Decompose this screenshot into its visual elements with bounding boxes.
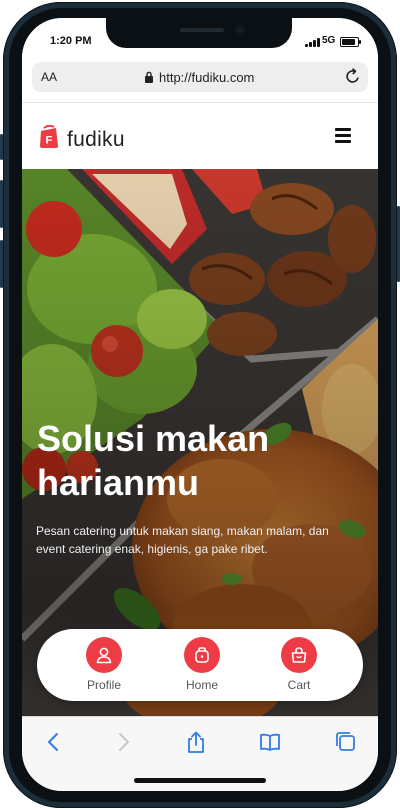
- nav-profile[interactable]: Profile: [74, 637, 134, 692]
- user-icon: [96, 647, 112, 664]
- hero-description: Pesan catering untuk makan siang, makan …: [36, 524, 329, 556]
- logo-letter: F: [46, 135, 53, 147]
- volume-up-button: [0, 180, 3, 228]
- back-icon[interactable]: [43, 731, 65, 753]
- fudiku-logo-icon[interactable]: F: [39, 125, 59, 149]
- mute-switch: [0, 134, 3, 160]
- logo-text[interactable]: fudiku: [67, 128, 125, 152]
- home-indicator[interactable]: [134, 778, 266, 783]
- site-header: F fudiku: [22, 103, 378, 169]
- reload-icon[interactable]: [345, 68, 361, 85]
- address-bar[interactable]: AA http://fudiku.com: [32, 62, 368, 92]
- notch: [106, 18, 292, 48]
- nav-label-profile: Profile: [86, 678, 121, 692]
- share-icon[interactable]: [185, 731, 207, 753]
- nav-home[interactable]: Home: [172, 637, 232, 692]
- browser-address-area: AA http://fudiku.com: [22, 60, 378, 103]
- nav-label-cart: Cart: [287, 678, 311, 692]
- signal-icon: [305, 38, 321, 47]
- home-button[interactable]: [184, 637, 220, 673]
- hamburger-menu-icon[interactable]: [335, 127, 351, 143]
- profile-button[interactable]: [86, 637, 122, 673]
- text-size-button[interactable]: AA: [41, 70, 57, 84]
- speaker-grille: [180, 28, 224, 32]
- front-camera: [235, 25, 245, 35]
- nav-cart[interactable]: Cart: [269, 637, 329, 692]
- status-time: 1:20 PM: [50, 35, 92, 47]
- tabs-icon[interactable]: [335, 731, 357, 753]
- nav-label-home: Home: [185, 678, 218, 692]
- volume-down-button: [0, 240, 3, 288]
- bottom-navigation: Profile Home Cart: [37, 629, 363, 701]
- hero-title: Solusi makan harianmu: [37, 418, 270, 503]
- bookmarks-icon[interactable]: [259, 731, 281, 753]
- home-icon: [195, 647, 209, 663]
- network-type: 5G: [322, 35, 336, 46]
- url-text[interactable]: http://fudiku.com: [159, 70, 254, 85]
- bag-icon: [291, 647, 307, 663]
- status-bar: 1:20 PM 5G: [22, 18, 378, 60]
- cart-button[interactable]: [281, 637, 317, 673]
- forward-icon[interactable]: [112, 731, 134, 753]
- browser-toolbar: [22, 716, 378, 791]
- screen: 1:20 PM 5G AA http://fudiku.com F fudiku…: [22, 18, 378, 791]
- battery-icon: [340, 37, 361, 47]
- lock-icon: [145, 71, 153, 83]
